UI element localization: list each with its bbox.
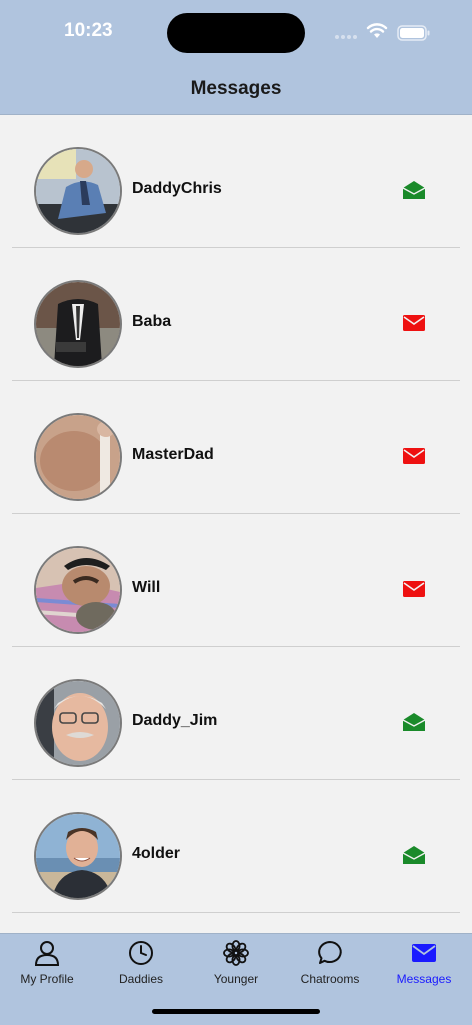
tab-my-profile[interactable]: My Profile (0, 940, 94, 1000)
conversation-row[interactable]: Baba (12, 248, 460, 381)
envelope-closed-icon[interactable] (402, 579, 426, 599)
envelope-open-icon[interactable] (402, 845, 426, 865)
tab-label: Messages (396, 972, 452, 986)
status-bar: 10:23 (0, 0, 472, 64)
envelope-closed-icon[interactable] (402, 446, 426, 466)
status-time: 10:23 (64, 20, 113, 41)
contact-name: 4older (132, 845, 181, 862)
page-title: Messages (190, 78, 282, 99)
avatar (34, 812, 122, 900)
envelope-closed-icon[interactable] (402, 313, 426, 333)
tab-label: Younger (213, 972, 259, 986)
clock-icon (129, 941, 153, 965)
home-indicator[interactable] (152, 1009, 320, 1014)
contact-name: DaddyChris (132, 180, 222, 197)
conversation-row[interactable]: DaddyChris (12, 115, 460, 248)
conversation-row[interactable]: Will (12, 514, 460, 647)
tab-label: My Profile (20, 972, 74, 986)
conversation-list[interactable]: DaddyChris Baba MasterDad Will Daddy_Jim… (0, 115, 472, 913)
wifi-icon (366, 23, 388, 38)
person-icon (34, 941, 60, 966)
conversation-row[interactable]: 4older (12, 780, 460, 913)
avatar (34, 546, 122, 634)
tab-chatrooms[interactable]: Chatrooms (283, 940, 377, 1000)
conversation-row[interactable]: MasterDad (12, 381, 460, 514)
tab-younger[interactable]: Younger (189, 940, 283, 1000)
flower-icon (223, 940, 249, 966)
contact-name: MasterDad (132, 446, 214, 463)
avatar (34, 413, 122, 501)
avatar (34, 679, 122, 767)
cellular-signal-icon (335, 35, 357, 39)
avatar (34, 147, 122, 235)
envelope-open-icon[interactable] (402, 180, 426, 200)
tab-label: Daddies (118, 972, 164, 986)
tab-label: Chatrooms (300, 972, 360, 986)
chat-bubble-icon (318, 941, 342, 964)
battery-icon (397, 25, 430, 41)
envelope-icon (412, 944, 436, 962)
tab-daddies[interactable]: Daddies (94, 940, 188, 1000)
envelope-open-icon[interactable] (402, 712, 426, 732)
tab-messages[interactable]: Messages (377, 940, 471, 1000)
conversation-row[interactable]: Daddy_Jim (12, 647, 460, 780)
contact-name: Daddy_Jim (132, 712, 218, 729)
avatar (34, 280, 122, 368)
dynamic-island (167, 13, 305, 53)
contact-name: Will (132, 579, 161, 596)
navigation-bar: Messages (0, 64, 472, 115)
contact-name: Baba (132, 313, 172, 330)
